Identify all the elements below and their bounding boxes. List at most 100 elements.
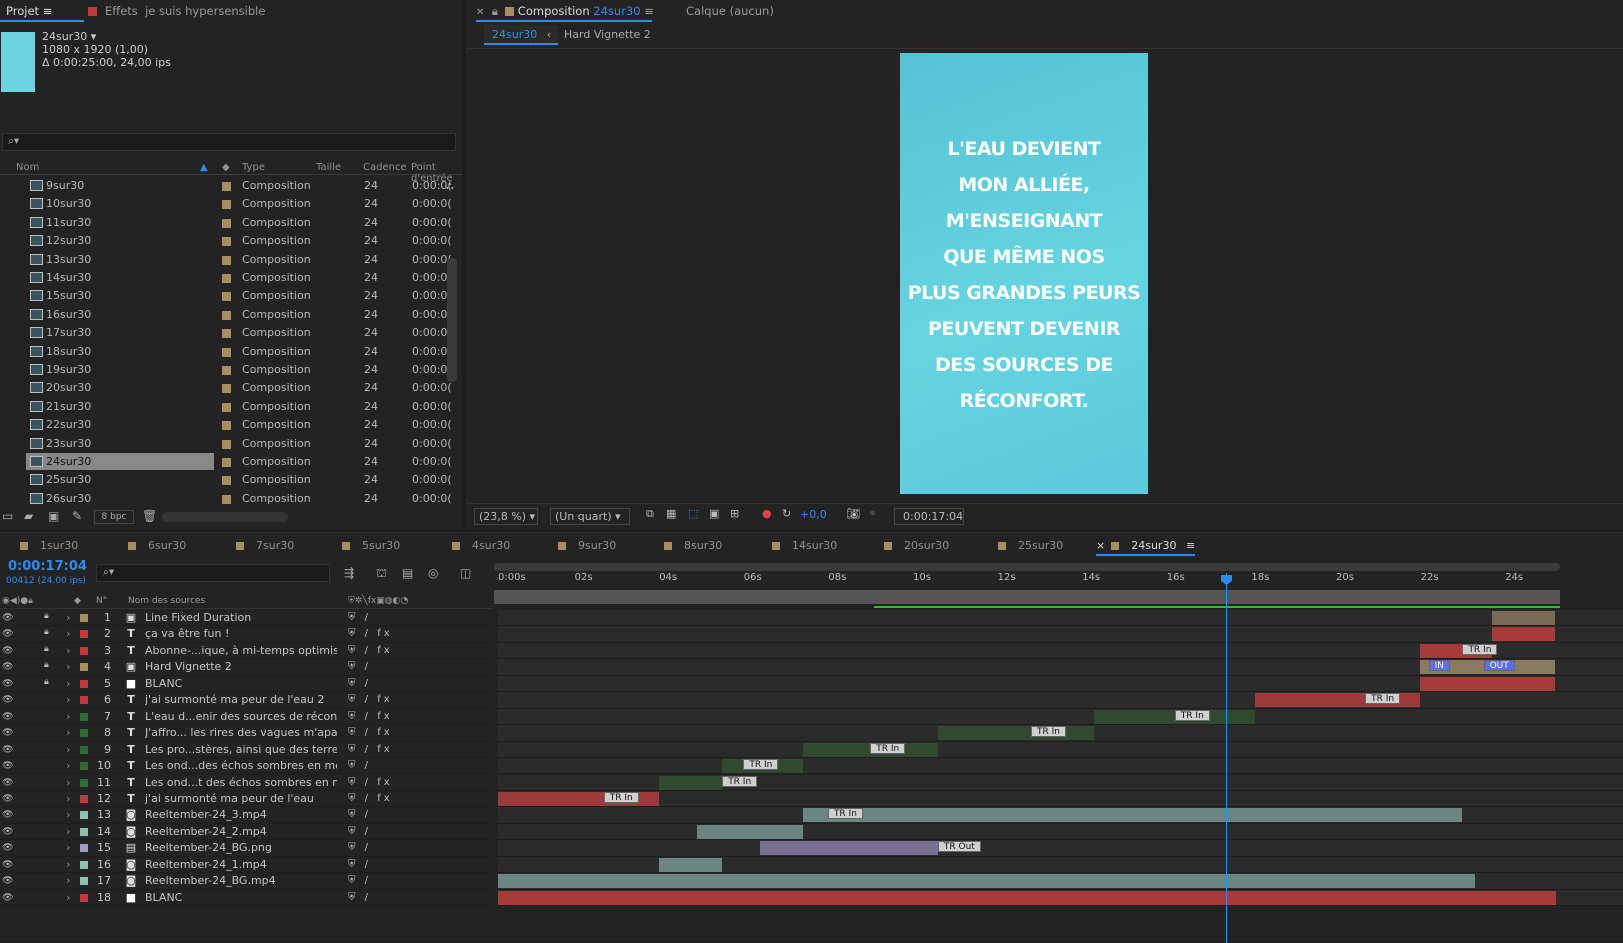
label-swatch[interactable] bbox=[222, 347, 231, 357]
layer-label-swatch[interactable] bbox=[80, 877, 88, 886]
expand-chevron-icon[interactable]: › bbox=[66, 709, 70, 725]
project-item-row[interactable]: 12sur30 Composition 24 0:00:0( bbox=[0, 232, 462, 250]
expand-chevron-icon[interactable]: › bbox=[66, 890, 70, 906]
breadcrumb-layer[interactable]: Hard Vignette 2 bbox=[564, 28, 651, 41]
layer-row[interactable]: 👁︎ › 18 ■ BLANC ⛨ / bbox=[0, 890, 492, 907]
layer-marker[interactable]: OUT bbox=[1483, 660, 1515, 672]
comp-mini-flowchart-icon[interactable]: ⇶ bbox=[344, 566, 354, 580]
layer-name[interactable]: Reeltember-24_BG.mp4 bbox=[145, 873, 337, 889]
layer-label-swatch[interactable] bbox=[80, 762, 88, 771]
layer-switches[interactable]: ⛨ / bbox=[348, 807, 371, 823]
resolution-select[interactable]: (Un quart) ▾ bbox=[550, 508, 630, 525]
expand-chevron-icon[interactable]: › bbox=[66, 659, 70, 675]
timeline-tab[interactable]: 7sur30 bbox=[236, 536, 294, 556]
expand-chevron-icon[interactable]: › bbox=[66, 692, 70, 708]
layer-name[interactable]: j'ai surmonté ma peur de l'eau 2 bbox=[145, 692, 337, 708]
label-swatch[interactable] bbox=[222, 402, 231, 412]
layer-search-input[interactable]: ⌕▾ bbox=[96, 564, 330, 582]
layer-switches[interactable]: ⛨ / bbox=[348, 610, 371, 626]
layer-label-swatch[interactable] bbox=[80, 860, 88, 869]
eye-icon[interactable]: 👁︎ bbox=[2, 794, 13, 804]
layer-name[interactable]: Les ond...des échos sombres en moi. 2 bbox=[145, 758, 337, 774]
layer-row[interactable]: 👁︎ › 15 ▤ Reeltember-24_BG.png ⛨ / bbox=[0, 840, 492, 857]
layer-name[interactable]: L'eau d...enir des sources de réconfort. bbox=[145, 709, 337, 725]
layer-name[interactable]: Reeltember-24_1.mp4 bbox=[145, 857, 337, 873]
expand-chevron-icon[interactable]: › bbox=[66, 725, 70, 741]
eye-icon[interactable]: 👁︎ bbox=[2, 679, 13, 689]
layer-marker[interactable]: TR In bbox=[1174, 709, 1210, 721]
expand-chevron-icon[interactable]: › bbox=[66, 676, 70, 692]
layer-marker[interactable]: TR In bbox=[722, 775, 758, 787]
layer-switches[interactable]: ⛨ / bbox=[348, 659, 371, 675]
layer-name[interactable]: BLANC bbox=[145, 676, 337, 692]
layer-name[interactable]: Hard Vignette 2 bbox=[145, 659, 337, 675]
layer-label-swatch[interactable] bbox=[80, 778, 88, 787]
layer-row[interactable]: 👁︎ › 14 ◙ Reeltember-24_2.mp4 ⛨ / bbox=[0, 824, 492, 841]
tab-layer[interactable]: Calque (aucun) bbox=[686, 0, 774, 22]
eye-icon[interactable]: 👁︎ bbox=[2, 893, 13, 903]
label-swatch[interactable] bbox=[222, 182, 231, 191]
new-folder-icon[interactable]: ▰ bbox=[24, 509, 33, 523]
shy-layers-icon[interactable]: ⛫ bbox=[376, 566, 387, 582]
layer-row[interactable]: 👁︎ › 11 T Les ond...t des échos sombres en m… bbox=[0, 775, 492, 791]
layer-switches[interactable]: ⛨ / bbox=[348, 824, 371, 840]
interpret-footage-icon[interactable]: ▭ bbox=[2, 509, 13, 523]
layer-marker[interactable]: TR Out bbox=[937, 841, 981, 853]
layer-marker[interactable]: TR In bbox=[1030, 726, 1066, 738]
layer-switches[interactable]: ⛨ / fx bbox=[348, 791, 393, 807]
label-swatch[interactable] bbox=[222, 237, 231, 247]
eye-icon[interactable]: 👁︎ bbox=[2, 662, 13, 672]
layer-label-swatch[interactable] bbox=[80, 696, 88, 705]
layer-switches[interactable]: ⛨ / fx bbox=[348, 775, 393, 791]
timeline-tab[interactable]: 8sur30 bbox=[664, 536, 722, 556]
project-item-row[interactable]: 14sur30 Composition 24 0:00:0( bbox=[0, 269, 462, 287]
viewer-timecode[interactable]: 0:00:17:04 bbox=[894, 508, 964, 525]
region-of-interest-icon[interactable]: ▣ bbox=[709, 507, 719, 520]
expand-chevron-icon[interactable]: › bbox=[66, 873, 70, 889]
timeline-tab[interactable]: 14sur30 bbox=[772, 536, 837, 556]
panel-menu-icon[interactable]: ≡ bbox=[1186, 539, 1195, 552]
lock-icon[interactable]: 🔒︎ bbox=[44, 611, 49, 621]
layer-name[interactable]: ça va être fun ! bbox=[145, 626, 337, 642]
layer-marker[interactable]: TR In bbox=[743, 759, 779, 771]
layer-name[interactable]: j'ai surmonté ma peur de l'eau bbox=[145, 791, 337, 807]
timeline-tab[interactable]: × 24sur30 ≡ bbox=[1096, 536, 1196, 556]
reset-exposure-icon[interactable]: ↻ bbox=[782, 507, 791, 520]
lock-icon[interactable]: 🔒︎ bbox=[44, 677, 49, 687]
layer-label-swatch[interactable] bbox=[80, 630, 88, 639]
col-cadence[interactable]: Cadence bbox=[363, 162, 407, 173]
layer-switches[interactable]: ⛨ / bbox=[348, 873, 371, 889]
trash-icon[interactable]: 🗑 bbox=[142, 509, 157, 523]
scrollbar[interactable] bbox=[447, 258, 457, 382]
show-snapshot-icon[interactable]: ⚭ bbox=[868, 507, 877, 520]
label-swatch[interactable] bbox=[222, 421, 231, 431]
adjust-icon[interactable]: ✎ bbox=[72, 509, 82, 523]
snapshot-icon[interactable]: 📷︎ bbox=[846, 507, 860, 520]
layer-name[interactable]: Les pro...stères, ainsi que des terreurs… bbox=[145, 742, 337, 758]
project-item-row[interactable]: 16sur30 Composition 24 0:00:0( bbox=[0, 306, 462, 324]
layer-duration-bar[interactable] bbox=[498, 874, 1476, 889]
tab-project[interactable]: Projet ≡ bbox=[0, 0, 84, 22]
project-item-row[interactable]: 24sur30 Composition 24 0:00:0( bbox=[0, 453, 462, 471]
layer-switches[interactable]: ⛨ / bbox=[348, 758, 371, 774]
project-item-row[interactable]: 21sur30 Composition 24 0:00:0( bbox=[0, 398, 462, 416]
current-timecode[interactable]: 0:00:17:04 bbox=[8, 559, 87, 574]
label-swatch[interactable] bbox=[222, 439, 231, 449]
layer-label-swatch[interactable] bbox=[80, 729, 88, 738]
eye-icon[interactable]: 👁︎ bbox=[2, 778, 13, 788]
expand-chevron-icon[interactable]: › bbox=[66, 840, 70, 856]
bpc-button[interactable]: 8 bpc bbox=[94, 510, 134, 524]
layer-row[interactable]: 👁︎ › 6 Tj'ai surmonté ma peur de l'eau 2 ⛨ /… bbox=[0, 692, 492, 709]
expand-chevron-icon[interactable]: › bbox=[66, 758, 70, 774]
expand-chevron-icon[interactable]: › bbox=[66, 791, 70, 807]
layer-duration-bar[interactable] bbox=[658, 775, 723, 790]
layer-marker[interactable]: IN bbox=[1428, 660, 1450, 672]
layer-duration-bar[interactable] bbox=[498, 890, 1556, 905]
lock-icon[interactable]: 🔒︎ bbox=[44, 644, 49, 654]
eye-icon[interactable]: 👁︎ bbox=[2, 695, 13, 705]
close-icon[interactable]: × bbox=[1096, 539, 1105, 552]
new-comp-icon[interactable]: ▣ bbox=[48, 509, 59, 523]
timeline-tab[interactable]: 20sur30 bbox=[884, 536, 949, 556]
project-item-row[interactable]: 11sur30 Composition 24 0:00:0( bbox=[0, 214, 462, 232]
layer-label-swatch[interactable] bbox=[80, 844, 88, 853]
